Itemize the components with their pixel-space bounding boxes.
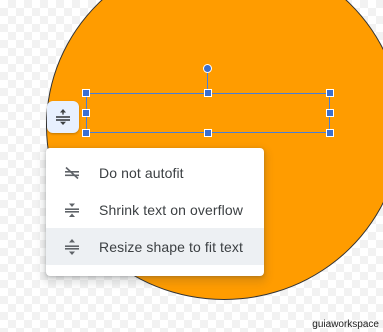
- resize-handle-bottom-center[interactable]: [204, 129, 212, 137]
- rotation-handle[interactable]: [203, 64, 212, 73]
- slide-canvas[interactable]: Do not autofit Shrink text on overflow R…: [0, 0, 383, 332]
- selected-text-box[interactable]: [86, 93, 330, 133]
- autofit-menu: Do not autofit Shrink text on overflow R…: [46, 148, 264, 276]
- resize-handle-middle-right[interactable]: [326, 109, 334, 117]
- shrink-text-icon: [62, 200, 82, 220]
- resize-shape-to-fit-icon: [56, 109, 70, 125]
- resize-handle-bottom-right[interactable]: [326, 129, 334, 137]
- resize-handle-top-right[interactable]: [326, 89, 334, 97]
- menu-item-label: Do not autofit: [99, 164, 184, 181]
- autofit-options-button[interactable]: [47, 101, 79, 133]
- resize-handle-middle-left[interactable]: [82, 109, 90, 117]
- resize-handle-top-center[interactable]: [204, 89, 212, 97]
- resize-shape-to-fit-icon: [62, 237, 82, 257]
- do-not-autofit-icon: [62, 163, 82, 183]
- menu-item-shrink-text-on-overflow[interactable]: Shrink text on overflow: [46, 191, 264, 228]
- resize-handle-bottom-left[interactable]: [82, 129, 90, 137]
- watermark-text: guiaworkspace: [312, 319, 379, 330]
- menu-item-label: Shrink text on overflow: [99, 201, 243, 218]
- resize-handle-top-left[interactable]: [82, 89, 90, 97]
- menu-item-label: Resize shape to fit text: [99, 238, 244, 255]
- menu-item-resize-shape-to-fit-text[interactable]: Resize shape to fit text: [46, 228, 264, 265]
- menu-item-do-not-autofit[interactable]: Do not autofit: [46, 154, 264, 191]
